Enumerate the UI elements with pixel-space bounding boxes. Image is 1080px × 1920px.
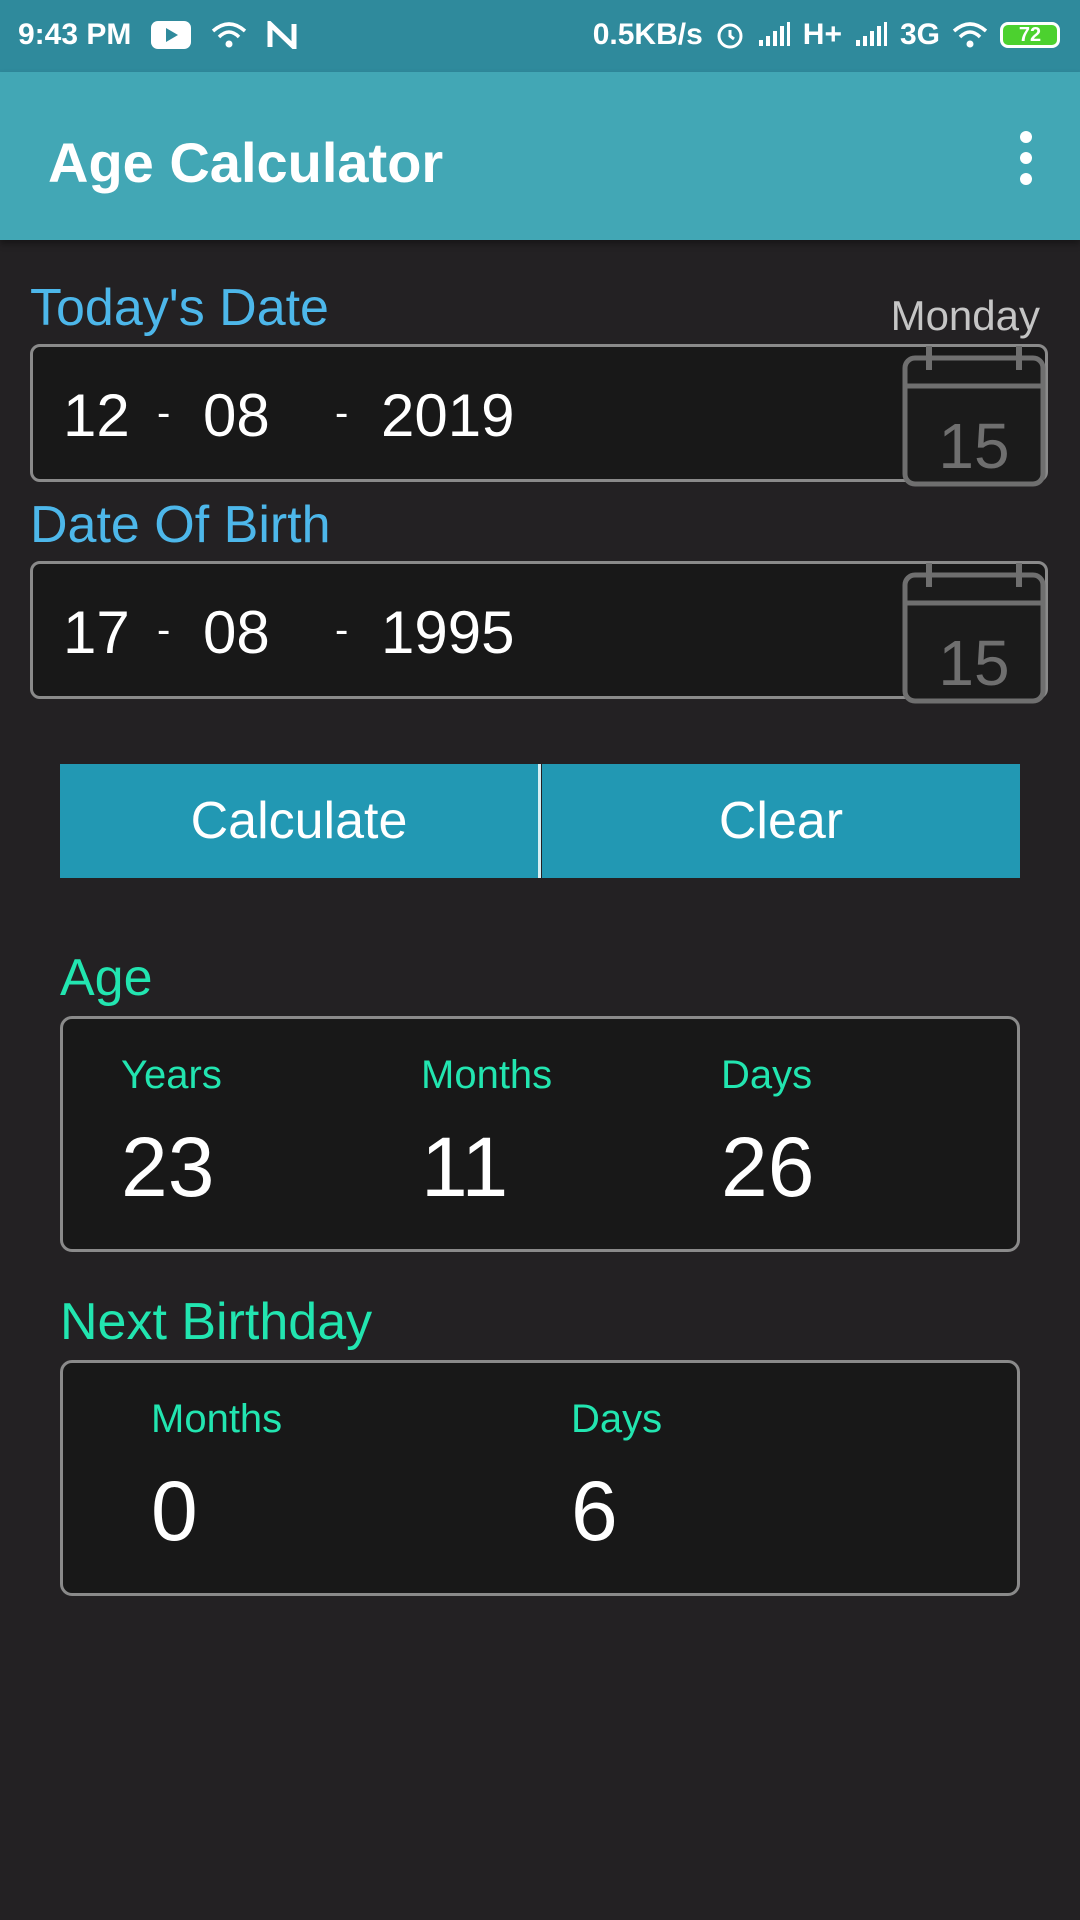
app-title: Age Calculator: [48, 131, 444, 194]
date-separator: -: [157, 608, 171, 652]
birth-label: Date Of Birth: [30, 496, 331, 554]
status-time: 9:43 PM: [18, 18, 132, 51]
next-birthday-label: Next Birthday: [60, 1293, 373, 1351]
button-divider: [538, 764, 541, 878]
alarm-icon: [715, 20, 745, 50]
next-months-value: 0: [151, 1464, 198, 1558]
n-icon: [267, 21, 297, 49]
weekday-label: Monday: [890, 292, 1040, 339]
clear-button[interactable]: Clear: [542, 764, 1020, 878]
next-days-label: Days: [571, 1397, 663, 1441]
days-label: Days: [721, 1053, 813, 1097]
battery-icon: 72: [1000, 22, 1060, 48]
wifi-icon: [211, 21, 247, 49]
age-label: Age: [60, 949, 153, 1007]
months-label: Months: [421, 1053, 553, 1097]
calendar-number: 15: [938, 627, 1009, 699]
today-date-field[interactable]: 12 - 08 - 2019 15: [30, 344, 1048, 487]
youtube-icon: [151, 21, 192, 49]
birth-month[interactable]: 08: [203, 598, 270, 667]
calendar-number: 15: [938, 410, 1009, 482]
calculate-button[interactable]: Calculate: [60, 764, 538, 878]
years-label: Years: [121, 1053, 222, 1097]
today-label: Today's Date: [30, 279, 329, 337]
app-bar: Age Calculator: [0, 72, 1080, 240]
today-month[interactable]: 08: [203, 381, 270, 450]
signal-icon: [757, 22, 791, 48]
birth-date-field[interactable]: 17 - 08 - 1995 15: [30, 561, 1048, 704]
birth-year[interactable]: 1995: [381, 598, 514, 667]
birth-day[interactable]: 17: [63, 598, 130, 667]
next-months-label: Months: [151, 1397, 283, 1441]
wifi-icon: [952, 21, 988, 49]
calendar-icon[interactable]: 15: [901, 561, 1047, 705]
years-value: 23: [121, 1120, 215, 1214]
age-panel: Years 23 Months 11 Days 26: [60, 1016, 1020, 1252]
months-value: 11: [421, 1120, 509, 1214]
more-vert-icon[interactable]: [996, 128, 1056, 188]
date-separator: -: [335, 608, 349, 652]
today-year[interactable]: 2019: [381, 381, 514, 450]
signal-icon: [854, 22, 888, 48]
network-type-1: H+: [802, 18, 842, 51]
network-type-2: 3G: [899, 18, 940, 51]
days-value: 26: [721, 1120, 815, 1214]
date-separator: -: [335, 391, 349, 435]
next-days-value: 6: [571, 1464, 618, 1558]
status-bar: 9:43 PM 0.5KB/s H+ 3G 72: [0, 0, 1080, 72]
network-speed: 0.5KB/s: [592, 18, 703, 51]
calendar-icon[interactable]: 15: [901, 344, 1047, 488]
today-day[interactable]: 12: [63, 381, 130, 450]
date-separator: -: [157, 391, 171, 435]
next-birthday-panel: Months 0 Days 6: [60, 1360, 1020, 1596]
